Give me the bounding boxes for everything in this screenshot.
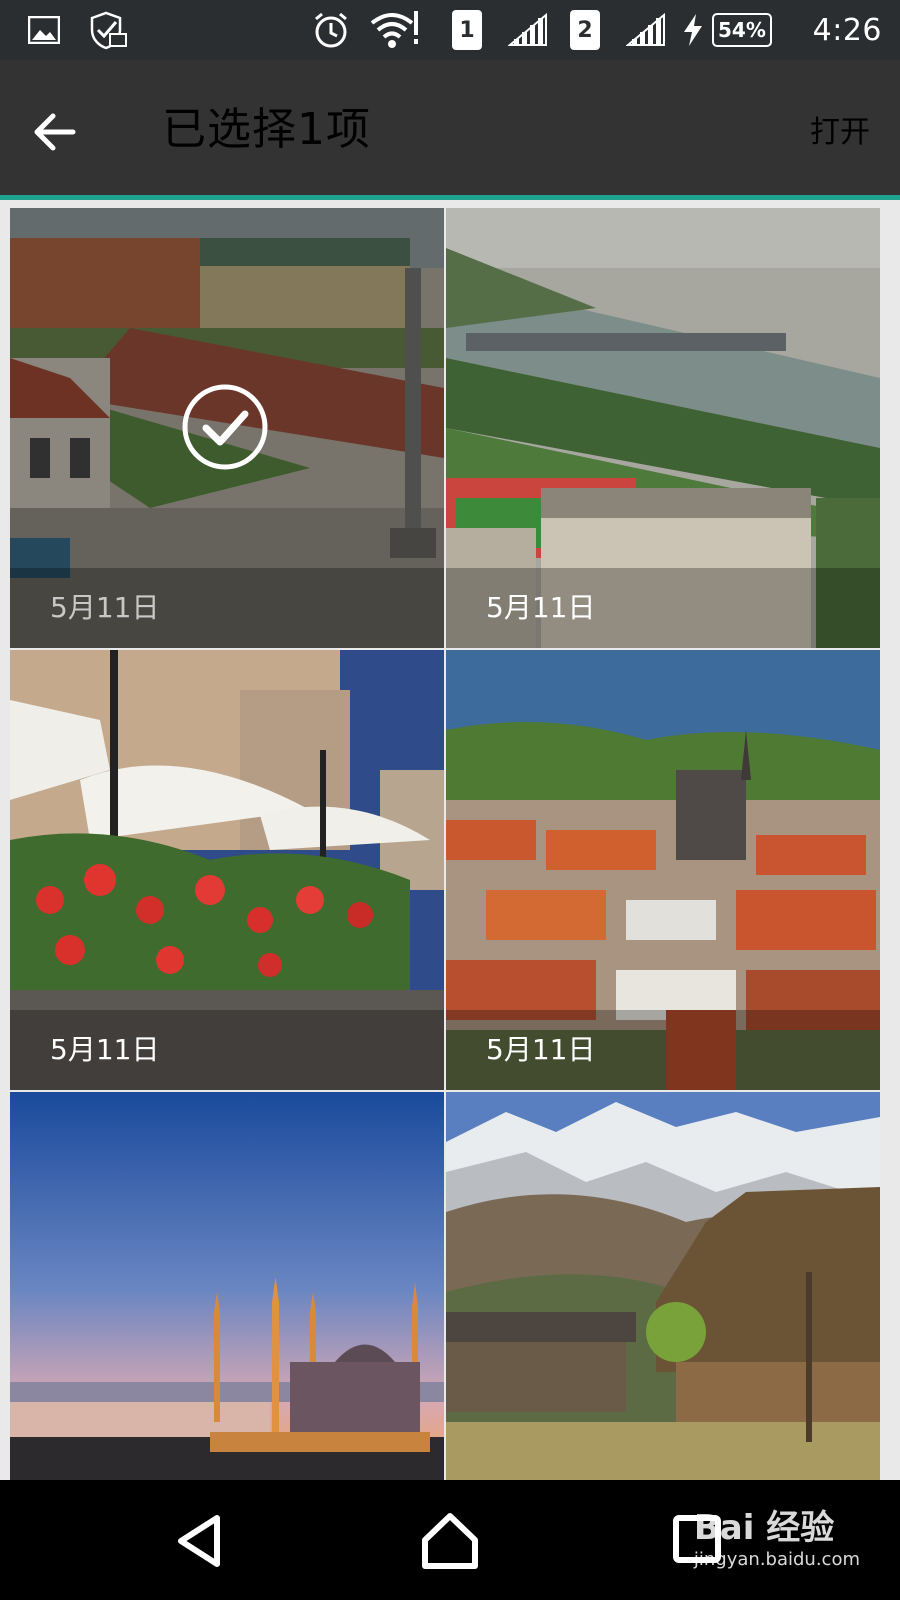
- photo-date: 5月11日: [486, 1033, 596, 1066]
- photo-tile[interactable]: [10, 1092, 444, 1480]
- photo-tile[interactable]: [446, 1092, 880, 1480]
- charging-icon: [682, 0, 704, 60]
- sim2-badge: 2: [570, 0, 600, 60]
- photo-tile[interactable]: 5月11日: [446, 208, 880, 648]
- photo-date: 5月11日: [486, 591, 596, 624]
- photo-grid: 5月11日 5月11日 5月11日 5月11日: [0, 200, 900, 1480]
- signal-icon: [508, 0, 548, 60]
- photo-tile[interactable]: 5月11日: [446, 650, 880, 1090]
- battery-level: 54%: [712, 13, 772, 47]
- clock: 4:26: [812, 12, 882, 48]
- photo-date: 5月11日: [50, 1033, 160, 1066]
- gallery-icon: [28, 0, 60, 60]
- photo-date: 5月11日: [50, 591, 160, 624]
- wifi-icon: [370, 0, 420, 60]
- alarm-icon: [312, 0, 350, 60]
- battery-indicator: 54%: [712, 0, 772, 60]
- open-button[interactable]: 打开: [810, 110, 870, 155]
- watermark-brand: Bai 经验: [693, 1508, 835, 1548]
- back-button[interactable]: [30, 107, 80, 157]
- photo-tile[interactable]: 5月11日: [10, 650, 444, 1090]
- back-triangle-icon[interactable]: [165, 1506, 235, 1576]
- signal-icon: [626, 0, 666, 60]
- photo-tile-selected[interactable]: 5月11日: [10, 208, 444, 648]
- checkmark-circle-icon: [182, 384, 268, 470]
- app-bar: [0, 60, 900, 195]
- sim1-badge: 1: [452, 0, 482, 60]
- photo-mosque-dusk: [10, 1092, 444, 1480]
- watermark-url: jingyan.baidu.com: [693, 1549, 860, 1570]
- shield-check-icon: [86, 0, 128, 60]
- photo-mountain-village: [446, 1092, 880, 1480]
- page-title: 已选择1项: [162, 104, 371, 155]
- sim1-label: 1: [452, 10, 482, 50]
- sim2-label: 2: [570, 10, 600, 50]
- home-icon[interactable]: [415, 1506, 485, 1576]
- arrow-back-icon: [34, 113, 76, 151]
- watermark-logo: Bai 经验 jingyan.baidu.com: [694, 1500, 860, 1570]
- status-bar: 1 2 54% 4:26: [0, 0, 900, 60]
